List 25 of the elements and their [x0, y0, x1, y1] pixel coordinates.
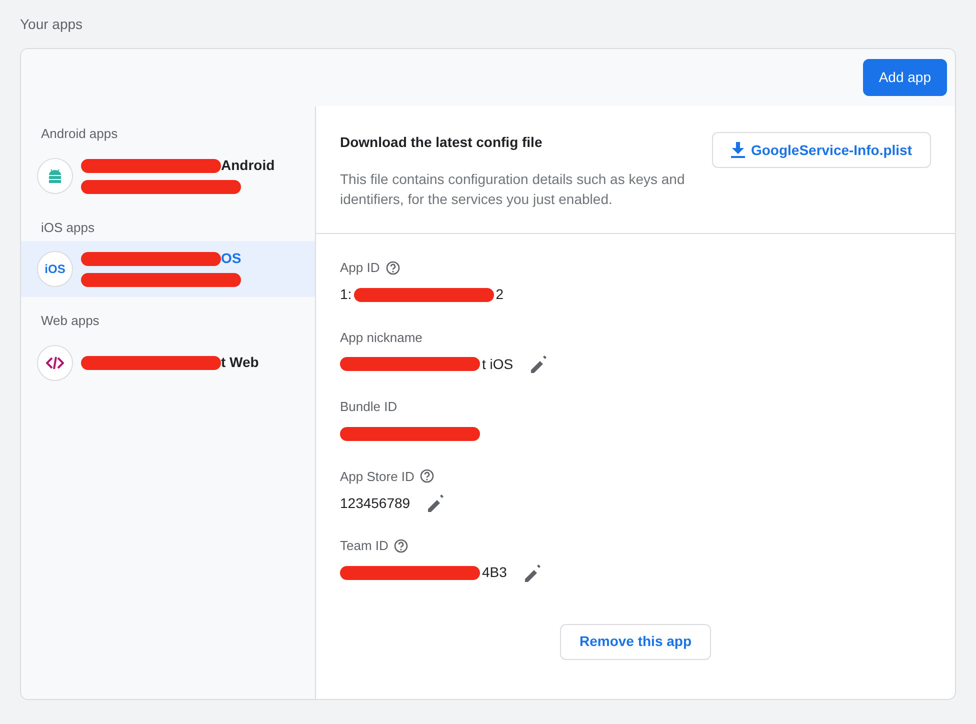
config-description: This file contains configuration details such as keys and identifiers, for the services you just enabled. — [340, 170, 686, 209]
section-heading: iOS apps — [40, 218, 96, 237]
app-list-item[interactable]: t Web — [21, 334, 315, 390]
section-heading: Web apps — [40, 312, 100, 330]
edit-icon[interactable] — [428, 494, 446, 512]
config-title: Download the latest config file — [340, 133, 544, 152]
remove-app-button[interactable]: Remove this app — [560, 624, 711, 660]
app-list-item[interactable]: Android — [21, 148, 315, 204]
section-heading: Android apps — [40, 125, 119, 143]
field-label: App nickname — [340, 328, 422, 347]
edit-icon[interactable] — [524, 564, 543, 582]
code-brackets-icon — [46, 356, 64, 370]
field-label: Team ID — [340, 537, 388, 555]
android-robot-icon — [47, 168, 63, 182]
app-list-item[interactable]: iOS OS — [21, 241, 315, 297]
field-label: App ID — [340, 259, 380, 277]
page-title: Your apps — [19, 15, 84, 34]
field-label: App Store ID — [340, 468, 414, 486]
download-button[interactable]: GoogleService-Info.plist — [712, 132, 931, 168]
apps-card: Add app Android apps Android iOS apps iOS OS Web apps t Web Download the latest config file This file contains configuration details such as keys and identifiers, for the services you just enabled. GoogleService-Info.plist App ID 1: 2 App nickname t iOS Bundle ID App Store ID 123456789 Team ID 4B3 Remove this app — [20, 48, 956, 700]
ios-badge: iOS — [37, 251, 73, 287]
download-icon — [730, 142, 745, 158]
edit-icon[interactable] — [531, 355, 550, 373]
add-app-button[interactable]: Add app — [862, 59, 947, 96]
field-label: Bundle ID — [340, 398, 398, 416]
